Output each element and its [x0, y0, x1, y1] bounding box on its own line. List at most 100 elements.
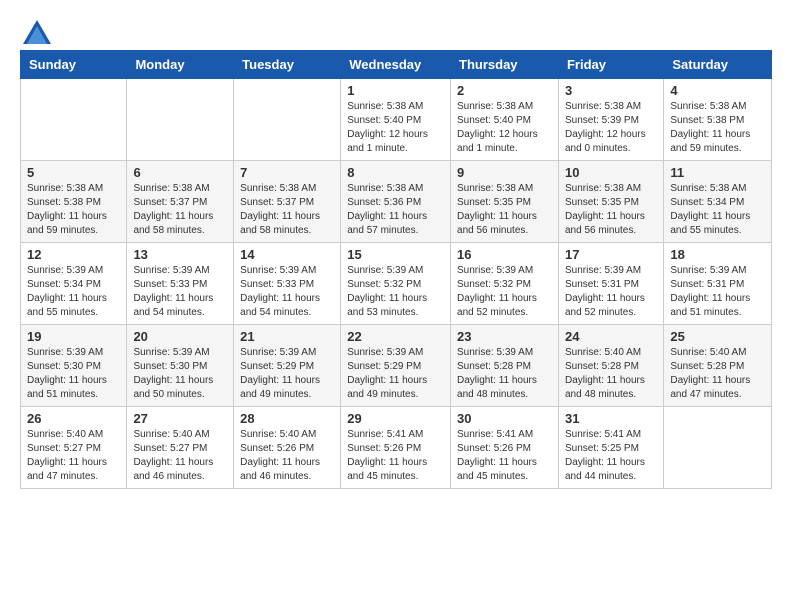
- cell-content: Sunrise: 5:41 AM Sunset: 5:26 PM Dayligh…: [347, 428, 444, 484]
- calendar-cell: 7Sunrise: 5:38 AM Sunset: 5:37 PM Daylig…: [234, 161, 341, 243]
- day-header-sunday: Sunday: [21, 51, 127, 79]
- calendar-cell: 19 Sunrise: 5:39 AM Sunset: 5:30 PM Dayli…: [21, 325, 127, 407]
- day-number: 30: [457, 411, 552, 426]
- day-number: 9: [457, 165, 552, 180]
- cell-content: Sunrise: 5:38 AM Sunset: 5:38 PM Dayligh…: [27, 182, 120, 238]
- day-number: 31: [565, 411, 657, 426]
- cell-content: Sunrise: 5:39 AM Sunset: 5:29 PM Dayligh…: [347, 346, 444, 402]
- calendar-cell: [21, 79, 127, 161]
- calendar-cell: 4 Sunrise: 5:38 AM Sunset: 5:38 PM Daylig…: [664, 79, 772, 161]
- cell-content: Sunrise: 5:38 AM Sunset: 5:38 PM Dayligh…: [670, 100, 765, 156]
- cell-content: Sunrise: 5:39 AM Sunset: 5:33 PM Dayligh…: [133, 264, 227, 320]
- day-header-friday: Friday: [558, 51, 663, 79]
- day-number: 8: [347, 165, 444, 180]
- day-number: 6: [133, 165, 227, 180]
- calendar-cell: 18 Sunrise: 5:39 AM Sunset: 5:31 PM Dayli…: [664, 243, 772, 325]
- day-number: 7: [240, 165, 334, 180]
- calendar-cell: 29 Sunrise: 5:41 AM Sunset: 5:26 PM Dayli…: [341, 407, 451, 489]
- day-number: 19: [27, 329, 120, 344]
- calendar-cell: 8 Sunrise: 5:38 AM Sunset: 5:36 PM Daylig…: [341, 161, 451, 243]
- calendar-cell: 21 Sunrise: 5:39 AM Sunset: 5:29 PM Dayli…: [234, 325, 341, 407]
- day-number: 24: [565, 329, 657, 344]
- day-number: 16: [457, 247, 552, 262]
- day-header-wednesday: Wednesday: [341, 51, 451, 79]
- logo: [20, 20, 51, 40]
- calendar-cell: 23 Sunrise: 5:39 AM Sunset: 5:28 PM Dayli…: [451, 325, 559, 407]
- cell-content: Sunrise: 5:38 AM Sunset: 5:36 PM Dayligh…: [347, 182, 444, 238]
- day-number: 13: [133, 247, 227, 262]
- day-number: 26: [27, 411, 120, 426]
- cell-content: Sunrise: 5:39 AM Sunset: 5:30 PM Dayligh…: [133, 346, 227, 402]
- cell-content: Sunrise: 5:39 AM Sunset: 5:33 PM Dayligh…: [240, 264, 334, 320]
- calendar-cell: 15Sunrise: 5:39 AM Sunset: 5:32 PM Dayli…: [341, 243, 451, 325]
- day-number: 14: [240, 247, 334, 262]
- page-header: [20, 20, 772, 40]
- calendar-cell: 9 Sunrise: 5:38 AM Sunset: 5:35 PM Daylig…: [451, 161, 559, 243]
- day-number: 29: [347, 411, 444, 426]
- calendar-cell: 22 Sunrise: 5:39 AM Sunset: 5:29 PM Dayli…: [341, 325, 451, 407]
- calendar-cell: 30 Sunrise: 5:41 AM Sunset: 5:26 PM Dayli…: [451, 407, 559, 489]
- calendar-cell: 3 Sunrise: 5:38 AM Sunset: 5:39 PM Daylig…: [558, 79, 663, 161]
- calendar-cell: 27 Sunrise: 5:40 AM Sunset: 5:27 PM Dayli…: [127, 407, 234, 489]
- cell-content: Sunrise: 5:40 AM Sunset: 5:28 PM Dayligh…: [565, 346, 657, 402]
- calendar-cell: [664, 407, 772, 489]
- cell-content: Sunrise: 5:38 AM Sunset: 5:34 PM Dayligh…: [670, 182, 765, 238]
- cell-content: Sunrise: 5:38 AM Sunset: 5:35 PM Dayligh…: [457, 182, 552, 238]
- calendar-cell: 5 Sunrise: 5:38 AM Sunset: 5:38 PM Daylig…: [21, 161, 127, 243]
- day-number: 3: [565, 83, 657, 98]
- cell-content: Sunrise: 5:38 AM Sunset: 5:37 PM Dayligh…: [133, 182, 227, 238]
- day-number: 25: [670, 329, 765, 344]
- day-header-saturday: Saturday: [664, 51, 772, 79]
- cell-content: Sunrise: 5:41 AM Sunset: 5:26 PM Dayligh…: [457, 428, 552, 484]
- day-number: 23: [457, 329, 552, 344]
- calendar-cell: 1 Sunrise: 5:38 AM Sunset: 5:40 PM Daylig…: [341, 79, 451, 161]
- day-number: 1: [347, 83, 444, 98]
- calendar-table: SundayMondayTuesdayWednesdayThursdayFrid…: [20, 50, 772, 489]
- cell-content: Sunrise: 5:41 AM Sunset: 5:25 PM Dayligh…: [565, 428, 657, 484]
- calendar-cell: 11 Sunrise: 5:38 AM Sunset: 5:34 PM Dayli…: [664, 161, 772, 243]
- cell-content: Sunrise: 5:40 AM Sunset: 5:26 PM Dayligh…: [240, 428, 334, 484]
- day-number: 5: [27, 165, 120, 180]
- cell-content: Sunrise: 5:39 AM Sunset: 5:31 PM Dayligh…: [670, 264, 765, 320]
- day-number: 17: [565, 247, 657, 262]
- cell-content: Sunrise: 5:38 AM Sunset: 5:39 PM Dayligh…: [565, 100, 657, 156]
- day-header-tuesday: Tuesday: [234, 51, 341, 79]
- calendar-cell: [234, 79, 341, 161]
- day-number: 12: [27, 247, 120, 262]
- cell-content: Sunrise: 5:39 AM Sunset: 5:31 PM Dayligh…: [565, 264, 657, 320]
- cell-content: Sunrise: 5:38 AM Sunset: 5:40 PM Dayligh…: [457, 100, 552, 156]
- cell-content: Sunrise: 5:39 AM Sunset: 5:29 PM Dayligh…: [240, 346, 334, 402]
- day-number: 4: [670, 83, 765, 98]
- calendar-cell: 12 Sunrise: 5:39 AM Sunset: 5:34 PM Dayli…: [21, 243, 127, 325]
- day-number: 21: [240, 329, 334, 344]
- cell-content: Sunrise: 5:38 AM Sunset: 5:40 PM Dayligh…: [347, 100, 444, 156]
- day-header-thursday: Thursday: [451, 51, 559, 79]
- cell-content: Sunrise: 5:40 AM Sunset: 5:27 PM Dayligh…: [133, 428, 227, 484]
- calendar-cell: 24 Sunrise: 5:40 AM Sunset: 5:28 PM Dayli…: [558, 325, 663, 407]
- day-number: 2: [457, 83, 552, 98]
- day-number: 28: [240, 411, 334, 426]
- cell-content: Sunrise: 5:39 AM Sunset: 5:30 PM Dayligh…: [27, 346, 120, 402]
- day-number: 20: [133, 329, 227, 344]
- calendar-cell: [127, 79, 234, 161]
- calendar-cell: 17 Sunrise: 5:39 AM Sunset: 5:31 PM Dayli…: [558, 243, 663, 325]
- calendar-cell: 16 Sunrise: 5:39 AM Sunset: 5:32 PM Dayli…: [451, 243, 559, 325]
- cell-content: Sunrise: 5:39 AM Sunset: 5:34 PM Dayligh…: [27, 264, 120, 320]
- calendar-cell: 6 Sunrise: 5:38 AM Sunset: 5:37 PM Daylig…: [127, 161, 234, 243]
- calendar-cell: 13 Sunrise: 5:39 AM Sunset: 5:33 PM Dayli…: [127, 243, 234, 325]
- cell-content: Sunrise: 5:40 AM Sunset: 5:27 PM Dayligh…: [27, 428, 120, 484]
- calendar-cell: 28 Sunrise: 5:40 AM Sunset: 5:26 PM Dayli…: [234, 407, 341, 489]
- calendar-cell: 2 Sunrise: 5:38 AM Sunset: 5:40 PM Daylig…: [451, 79, 559, 161]
- cell-content: Sunrise: 5:38 AM Sunset: 5:35 PM Dayligh…: [565, 182, 657, 238]
- day-number: 22: [347, 329, 444, 344]
- calendar-cell: 25Sunrise: 5:40 AM Sunset: 5:28 PM Dayli…: [664, 325, 772, 407]
- day-number: 27: [133, 411, 227, 426]
- cell-content: Sunrise: 5:39 AM Sunset: 5:28 PM Dayligh…: [457, 346, 552, 402]
- calendar-cell: 20 Sunrise: 5:39 AM Sunset: 5:30 PM Dayli…: [127, 325, 234, 407]
- day-number: 18: [670, 247, 765, 262]
- calendar-cell: 26 Sunrise: 5:40 AM Sunset: 5:27 PM Dayli…: [21, 407, 127, 489]
- cell-content: Sunrise: 5:39 AM Sunset: 5:32 PM Dayligh…: [457, 264, 552, 320]
- calendar-cell: 31 Sunrise: 5:41 AM Sunset: 5:25 PM Dayli…: [558, 407, 663, 489]
- day-number: 15: [347, 247, 444, 262]
- day-number: 11: [670, 165, 765, 180]
